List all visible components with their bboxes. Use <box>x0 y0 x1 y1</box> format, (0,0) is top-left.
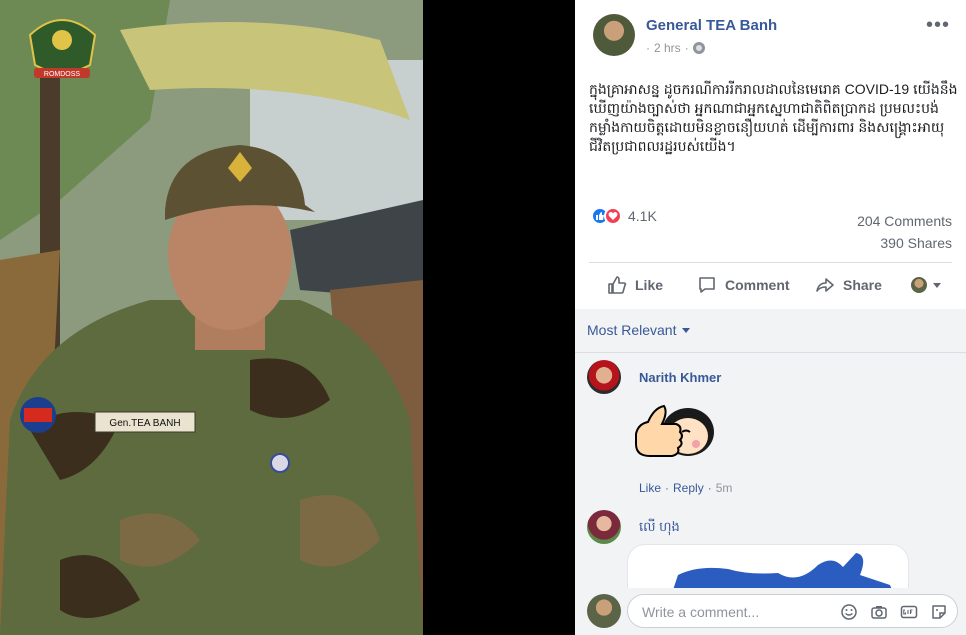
comment-button[interactable]: Comment <box>697 275 790 295</box>
comment-label: Comment <box>725 277 790 293</box>
reaction-count: 4.1K <box>628 208 657 224</box>
globe-icon[interactable] <box>692 42 705 54</box>
divider <box>575 352 966 353</box>
comments-count-link[interactable]: 204 Comments <box>857 210 952 232</box>
post-time[interactable]: 2 hrs <box>654 41 681 55</box>
reaction-audience-selector[interactable] <box>911 277 941 293</box>
comment-meta-sep: · <box>665 481 670 495</box>
current-user-avatar <box>587 594 621 628</box>
post-time-dot: · <box>684 41 689 55</box>
selector-avatar <box>911 277 927 293</box>
gif-icon[interactable] <box>899 602 919 622</box>
post-body-text: ក្នុងគ្រាអាសន្ន ដូចករណីការរីករាលដាលនៃមេរ… <box>589 81 958 154</box>
comment-input[interactable]: Write a comment... <box>627 594 958 628</box>
comment-time[interactable]: 5m <box>716 481 733 495</box>
like-button[interactable]: Like <box>607 275 663 295</box>
like-icon <box>608 276 627 294</box>
emblem-banner-text: ROMDOSS <box>44 71 81 78</box>
chevron-down-icon <box>682 327 691 333</box>
love-reaction-icon <box>604 207 622 225</box>
post-photo[interactable]: Gen.TEA BANH ROMDOSS <box>0 0 423 635</box>
share-label: Share <box>843 277 882 293</box>
chevron-down-icon <box>933 282 941 288</box>
share-icon <box>816 278 834 292</box>
comment-input-tools <box>839 602 949 622</box>
share-button[interactable]: Share <box>815 275 882 295</box>
sticker-icon[interactable] <box>929 602 949 622</box>
post-header: General TEA Banh · 2 hrs · ••• <box>575 0 966 68</box>
comment-avatar[interactable] <box>587 360 621 394</box>
comment-input-placeholder: Write a comment... <box>642 604 760 620</box>
engagement-counts: 204 Comments 390 Shares <box>857 210 952 254</box>
comment-sort-dropdown[interactable]: Most Relevant <box>587 322 691 338</box>
comment-like-link[interactable]: Like <box>639 481 661 495</box>
camera-icon[interactable] <box>869 602 889 622</box>
comment-reply-link[interactable]: Reply <box>673 481 704 495</box>
post-time-dot: · <box>646 41 650 55</box>
comment-avatar[interactable] <box>587 510 621 544</box>
comment-meta: Like · Reply · 5m <box>639 481 732 495</box>
comment-icon <box>699 277 715 293</box>
name-tape-text: Gen.TEA BANH <box>109 418 180 429</box>
author-name[interactable]: General TEA Banh <box>646 17 777 34</box>
post-meta: · 2 hrs · <box>646 41 705 55</box>
reactions-summary[interactable]: 4.1K <box>591 207 657 225</box>
like-label: Like <box>635 277 664 293</box>
comment-meta-sep: · <box>707 481 712 495</box>
comment-sort-label: Most Relevant <box>587 322 677 338</box>
emoji-icon[interactable] <box>839 602 859 622</box>
comment-author-name[interactable]: Narith Khmer <box>639 370 721 385</box>
post-actions: Like Comment Share <box>589 266 952 304</box>
comment-author-name[interactable]: លើ ហុង <box>639 519 680 538</box>
divider <box>589 262 952 263</box>
thumbs-up-sticker[interactable] <box>630 392 716 478</box>
author-avatar[interactable] <box>593 14 635 56</box>
soldier-photo-illustration: Gen.TEA BANH ROMDOSS <box>0 0 423 635</box>
post-panel: General TEA Banh · 2 hrs · ••• ក្នុងគ្រា… <box>575 0 966 635</box>
shares-count-link[interactable]: 390 Shares <box>857 232 952 254</box>
lightbox-gap <box>423 0 575 635</box>
more-options-button[interactable]: ••• <box>926 14 950 37</box>
